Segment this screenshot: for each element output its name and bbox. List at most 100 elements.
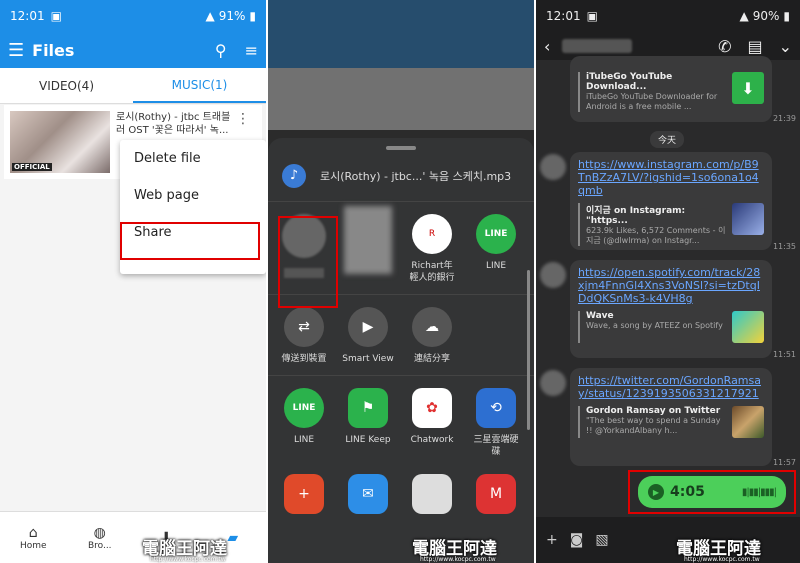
preview-description: 623.9k Likes, 6,572 Comments - 이지금 (@dlw…	[586, 226, 726, 245]
chat-message[interactable]: https://open.spotify.com/track/28xjm4Fnn…	[570, 260, 772, 358]
share-app-more-1[interactable]: +	[272, 474, 336, 514]
link-preview[interactable]: Wave Wave, a song by ATEEZ on Spotify	[578, 311, 764, 343]
preview-description: iTubeGo YouTube Downloader for Android i…	[586, 92, 718, 111]
chat-message[interactable]: iTubeGo YouTube Download... iTubeGo YouT…	[570, 56, 772, 122]
tab-video[interactable]: VIDEO(4)	[0, 68, 133, 103]
highlight-contact	[278, 216, 338, 308]
gallery-icon[interactable]: ▧	[595, 532, 608, 548]
share-target-contact-2[interactable]	[336, 206, 400, 284]
preview-title: 이지금 on Instagram: "https...	[586, 206, 686, 226]
sender-avatar[interactable]	[540, 370, 566, 396]
nav-browse[interactable]: ◍ Bro...	[67, 512, 134, 563]
chat-app-icon: ✉	[348, 474, 388, 514]
thumbnail-badge: OFFICIAL	[12, 163, 52, 171]
share-app-chatwork[interactable]: ✿ Chatwork	[400, 388, 464, 458]
line-label: LINE	[485, 261, 507, 271]
message-link[interactable]: https://open.spotify.com/track/28xjm4Fnn…	[578, 266, 764, 305]
share-link-share[interactable]: ☁ 連結分享	[400, 307, 464, 365]
camera-icon[interactable]: ◙	[570, 532, 584, 548]
line-chat-panel: 12:01 ▣ ▲ 90% ▮ ‹ ✆ ▤ ⌄ iTubeGo YouTube …	[536, 0, 800, 563]
files-app-panel: 12:01 ▣ ▲ 91% ▮ ☰ Files ⚲ ≡ VIDEO(4) MUS…	[0, 0, 266, 563]
smart-view-label: Smart View	[342, 354, 394, 364]
preview-title: Wave	[586, 311, 614, 321]
date-separator: 今天	[650, 131, 685, 148]
nav-browse-label: Bro...	[87, 540, 112, 551]
tab-music[interactable]: MUSIC(1)	[133, 68, 266, 103]
message-link[interactable]: https://www.instagram.com/p/B9TnBZzA7LV/…	[578, 158, 764, 197]
battery-icon: ▮	[783, 9, 790, 23]
chatwork-label: Chatwork	[410, 435, 454, 445]
share-app-line[interactable]: LINE LINE	[272, 388, 336, 458]
share-app-more-4[interactable]: M	[464, 474, 528, 514]
chat-contact-name	[562, 39, 633, 53]
notes-icon[interactable]: ▤	[747, 37, 762, 56]
share-file-header: ♪ 로시(Rothy) - jtbc...' 녹음 스케치.mp3	[268, 150, 534, 202]
share-app-samsung-cloud[interactable]: ⟲ 三星雲端硬碟	[464, 388, 528, 458]
share-app-more-2[interactable]: ✉	[336, 474, 400, 514]
status-time: 12:01	[10, 9, 45, 23]
menu-icon[interactable]: ☰	[8, 40, 24, 61]
download-app-icon: ⬇	[732, 72, 764, 104]
share-row-apps: LINE LINE ⚑ LINE Keep ✿ Chatwork ⟲ 三星雲端硬…	[268, 376, 534, 458]
image-icon: ▣	[586, 9, 598, 23]
share-send-to-device[interactable]: ⇄ 傳送到裝置	[272, 307, 336, 365]
share-smart-view[interactable]: ▶ Smart View	[336, 307, 400, 365]
richart-label: Richart年輕人的銀行	[409, 261, 455, 283]
share-app-line-keep[interactable]: ⚑ LINE Keep	[336, 388, 400, 458]
link-preview[interactable]: Gordon Ramsay on Twitter "The best way t…	[578, 406, 764, 438]
status-time: 12:01	[546, 9, 581, 23]
menu-delete-file[interactable]: Delete file	[120, 140, 266, 176]
message-link[interactable]: https://twitter.com/GordonRamsay/status/…	[578, 374, 764, 400]
watermark-url: http://www.kocpc.com.tw	[420, 556, 496, 563]
battery-icon: ▮	[249, 9, 256, 23]
watermark-url: http://www.kocpc.com.tw	[150, 556, 226, 563]
app-icon	[412, 474, 452, 514]
signal-icon: ▲	[739, 9, 749, 23]
search-icon[interactable]: ⚲	[215, 41, 227, 60]
samsung-cloud-label: 三星雲端硬碟	[473, 435, 519, 457]
file-thumbnail: OFFICIAL	[10, 111, 110, 173]
send-to-device-label: 傳送到裝置	[281, 354, 327, 364]
chat-message[interactable]: https://twitter.com/GordonRamsay/status/…	[570, 368, 772, 466]
status-bar: 12:01 ▣ ▲ 90% ▮	[536, 0, 800, 32]
phone-icon[interactable]: ✆	[718, 37, 731, 56]
menu-web-page[interactable]: Web page	[120, 177, 266, 213]
line-app-icon: LINE	[284, 388, 324, 428]
dimmed-background	[268, 0, 534, 130]
tab-bar: VIDEO(4) MUSIC(1)	[0, 68, 266, 104]
share-app-more-3[interactable]	[400, 474, 464, 514]
chevron-down-icon[interactable]: ⌄	[779, 37, 792, 56]
link-preview[interactable]: 이지금 on Instagram: "https... 623.9k Likes…	[578, 203, 764, 246]
send-to-device-icon: ⇄	[284, 307, 324, 347]
image-icon: ▣	[50, 9, 62, 23]
globe-icon: ◍	[93, 524, 106, 541]
app-title: Files	[32, 40, 75, 60]
signal-icon: ▲	[205, 9, 215, 23]
sender-avatar[interactable]	[540, 262, 566, 288]
watermark-url: http://www.kocpc.com.tw	[684, 556, 760, 563]
chat-message[interactable]: https://www.instagram.com/p/B9TnBZzA7LV/…	[570, 152, 772, 250]
nav-home[interactable]: ⌂ Home	[0, 512, 67, 563]
plus-icon[interactable]: +	[546, 532, 558, 548]
home-icon: ⌂	[28, 524, 38, 541]
message-time: 21:39	[772, 114, 796, 123]
sheet-scrollbar[interactable]	[527, 270, 530, 430]
sender-avatar[interactable]	[540, 154, 566, 180]
smart-view-icon: ▶	[348, 307, 388, 347]
folder-icon: ▰	[227, 529, 239, 546]
share-target-richart[interactable]: R Richart年輕人的銀行	[400, 214, 464, 284]
back-icon[interactable]: ‹	[544, 37, 550, 56]
nav-home-label: Home	[19, 540, 47, 551]
share-target-line[interactable]: LINE LINE	[464, 214, 528, 284]
status-bar: 12:01 ▣ ▲ 91% ▮	[0, 0, 266, 32]
music-note-icon: ♪	[282, 163, 306, 188]
battery-text: 90%	[752, 9, 780, 23]
gmail-icon: M	[476, 474, 516, 514]
share-file-name: 로시(Rothy) - jtbc...' 녹음 스케치.mp3	[320, 169, 512, 183]
share-sheet: ♪ 로시(Rothy) - jtbc...' 녹음 스케치.mp3 R Rich…	[268, 138, 534, 563]
blurred-contact-icon	[344, 206, 392, 274]
link-preview[interactable]: iTubeGo YouTube Download... iTubeGo YouT…	[578, 72, 764, 112]
sort-icon[interactable]: ≡	[245, 41, 258, 60]
share-sheet-panel: ♪ 로시(Rothy) - jtbc...' 녹음 스케치.mp3 R Rich…	[268, 0, 534, 563]
cloud-share-icon: ☁	[412, 307, 452, 347]
